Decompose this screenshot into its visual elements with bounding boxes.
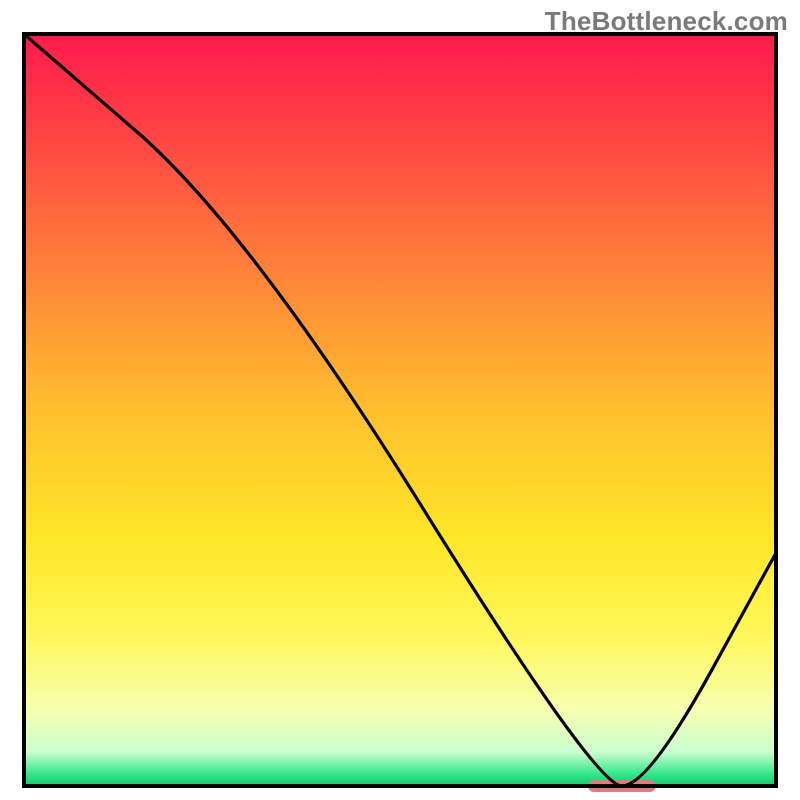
plot-background bbox=[24, 34, 776, 786]
chart-container: { "watermark": "TheBottleneck.com", "cha… bbox=[0, 0, 800, 800]
bottleneck-chart bbox=[0, 0, 800, 800]
